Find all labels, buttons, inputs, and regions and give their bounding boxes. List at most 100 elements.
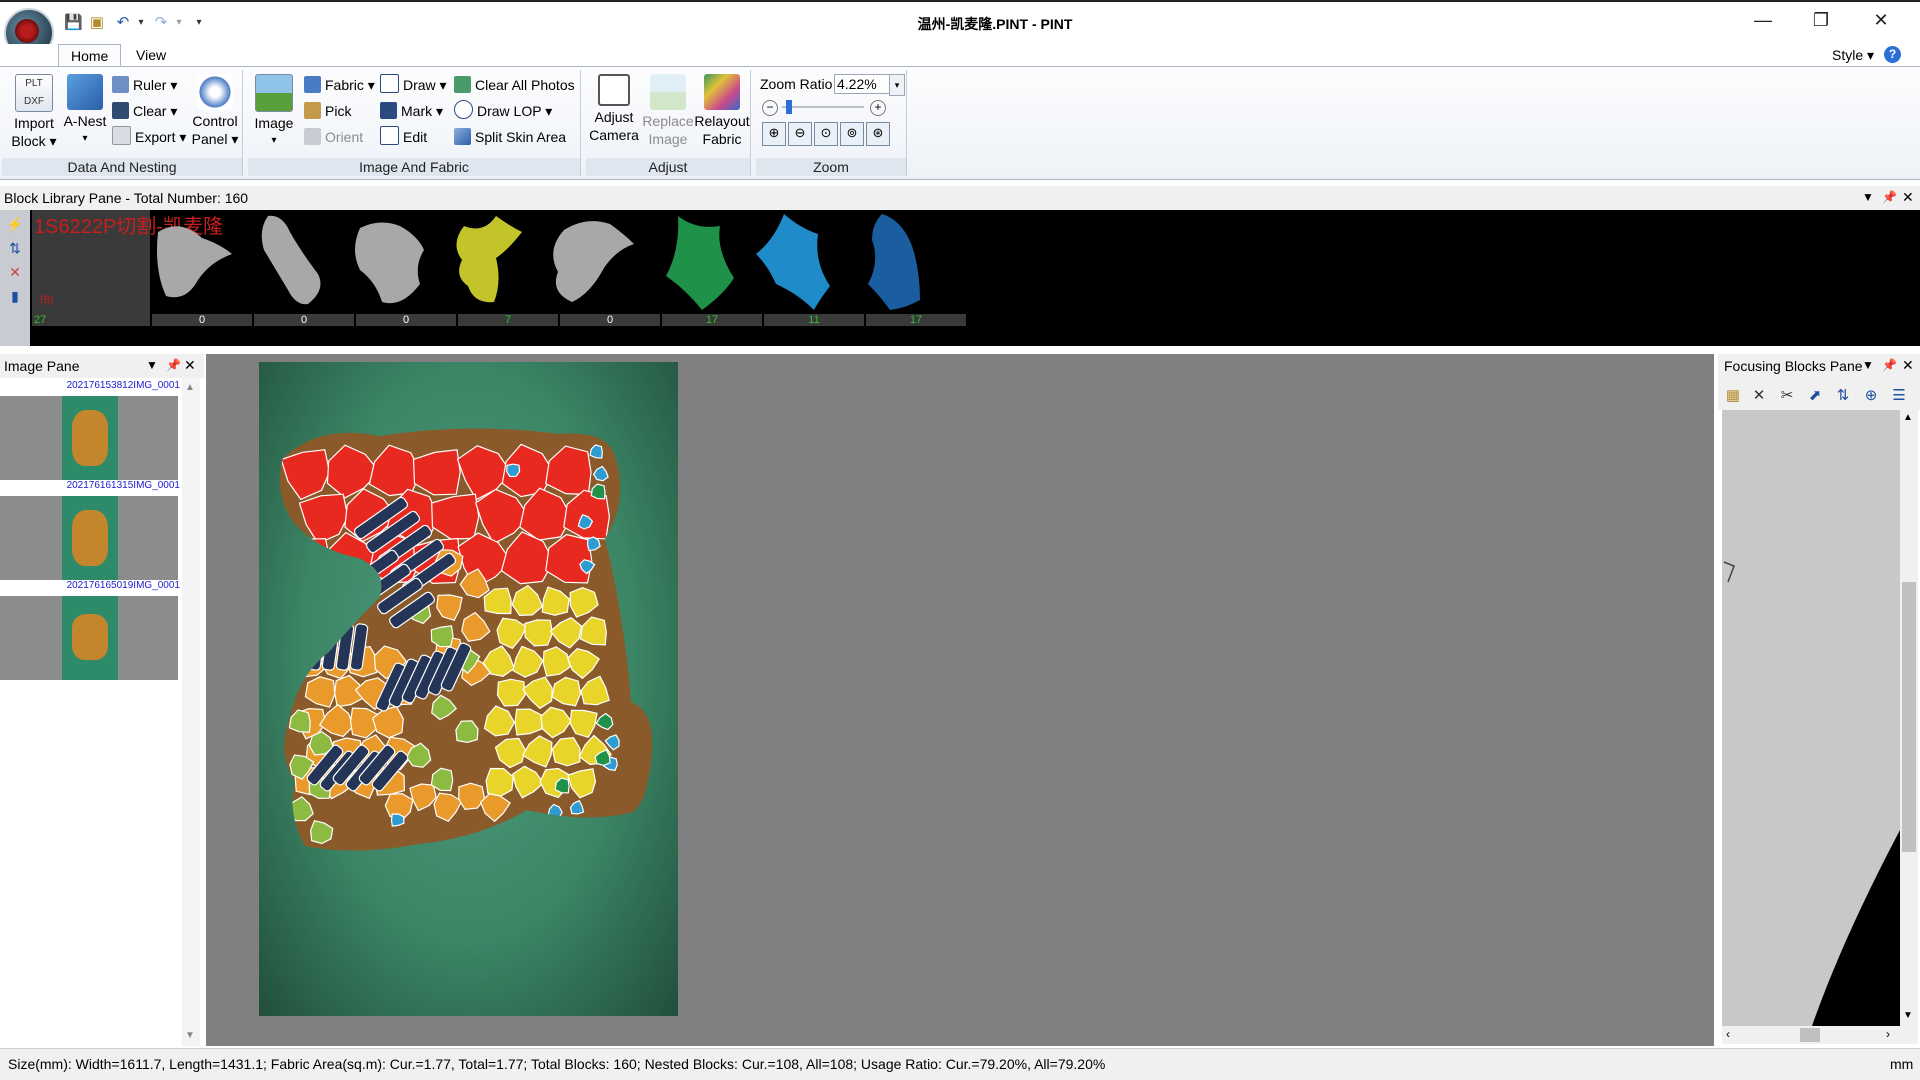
restore-button[interactable]: ❐ <box>1806 8 1836 32</box>
mark-button[interactable]: Mark ▾ <box>380 100 443 122</box>
unit-indicator: mm <box>1890 1056 1914 1072</box>
split-skin-area-icon <box>454 128 471 145</box>
tab-bar <box>0 44 1920 66</box>
image-thumbnail[interactable] <box>0 396 178 480</box>
focus-zoom-icon[interactable]: ⊕ <box>1862 386 1880 404</box>
import-block-button[interactable]: PLT DXF Import Block ▾ <box>8 74 60 150</box>
zoom-actual-icon[interactable]: ⊚ <box>840 122 864 146</box>
focusing-pane-close-icon[interactable]: ✕ <box>1902 357 1914 374</box>
block-library-dropdown-icon[interactable]: ▼ <box>1862 190 1874 204</box>
draw-label: Draw ▾ <box>403 77 447 93</box>
scroll-right-icon[interactable]: › <box>1886 1027 1890 1041</box>
zoom-ratio-dropdown-icon[interactable]: ▾ <box>889 74 905 96</box>
ruler-icon <box>112 76 129 93</box>
adjust-camera-button[interactable]: Adjust Camera <box>588 74 640 144</box>
zoom-out-small-icon[interactable]: − <box>762 100 778 116</box>
export-button[interactable]: Export ▾ <box>112 126 186 148</box>
block-shape <box>157 226 232 298</box>
image-pane-scrollbar[interactable] <box>182 378 200 1046</box>
edit-button[interactable]: Edit <box>380 126 427 148</box>
scroll-thumb[interactable] <box>1902 582 1916 852</box>
a-nest-button[interactable]: A-Nest ▾ <box>60 74 110 148</box>
tab-view[interactable]: View <box>124 44 178 66</box>
zoom-in-icon[interactable]: ⊕ <box>762 122 786 146</box>
export-icon <box>112 126 131 145</box>
edit-icon <box>380 126 399 145</box>
clear-all-photos-label: Clear All Photos <box>475 77 575 93</box>
block-shape <box>868 214 920 310</box>
scroll-down-icon[interactable]: ▼ <box>1903 1010 1913 1021</box>
control-panel-label: Control Panel ▾ <box>191 113 239 147</box>
clear-all-photos-button[interactable]: Clear All Photos <box>454 74 575 96</box>
draw-button[interactable]: Draw ▾ <box>380 74 447 96</box>
image-pane-pin-icon[interactable]: 📌 <box>166 358 181 372</box>
focus-select-icon[interactable]: ▦ <box>1724 386 1742 404</box>
block-library-close-icon[interactable]: ✕ <box>1902 189 1914 206</box>
block-thumbnails <box>157 214 920 310</box>
pick-icon <box>304 102 321 119</box>
focusing-pane-pin-icon[interactable]: 📌 <box>1882 358 1897 372</box>
image-icon <box>255 74 293 112</box>
lightning-icon[interactable]: ⚡ <box>6 216 24 234</box>
group-image-and-fabric: Image ▾ Fabric ▾ Pick Orient Draw ▾ Mark… <box>248 70 581 176</box>
tab-home[interactable]: Home <box>58 44 122 67</box>
zoom-in-small-icon[interactable]: + <box>870 100 886 116</box>
image-pane-dropdown-icon[interactable]: ▼ <box>146 358 158 372</box>
thumbnail-shape <box>72 614 108 660</box>
a-nest-label: A-Nest <box>63 113 107 129</box>
zoom-ratio-input[interactable] <box>834 74 894 94</box>
group-label: Zoom <box>756 158 906 176</box>
image-button[interactable]: Image ▾ <box>252 74 296 150</box>
focus-remove-all-icon[interactable]: ✂ <box>1778 386 1796 404</box>
sort-icon[interactable]: ⇅ <box>6 240 24 258</box>
focus-sort-icon[interactable]: ⇅ <box>1834 386 1852 404</box>
draw-lop-button[interactable]: Draw LOP ▾ <box>454 100 552 122</box>
draw-lop-label: Draw LOP ▾ <box>477 103 553 119</box>
zoom-out-icon[interactable]: ⊖ <box>788 122 812 146</box>
fabric-button[interactable]: Fabric ▾ <box>304 74 375 96</box>
zoom-slider-thumb[interactable] <box>786 100 793 114</box>
relayout-fabric-button[interactable]: Relayout Fabric <box>694 74 750 148</box>
minimize-button[interactable]: — <box>1748 8 1778 32</box>
zoom-slider[interactable] <box>782 106 864 108</box>
adjust-camera-label: Adjust Camera <box>589 109 639 143</box>
image-pane-close-icon[interactable]: ✕ <box>184 357 196 374</box>
clear-button[interactable]: Clear ▾ <box>112 100 177 122</box>
ruler-button[interactable]: Ruler ▾ <box>112 74 177 96</box>
zoom-fit-icon[interactable]: ⊙ <box>814 122 838 146</box>
focus-remove-icon[interactable]: ✕ <box>1750 386 1768 404</box>
zoom-window-icon[interactable]: ⊛ <box>866 122 890 146</box>
focusing-pane-vscrollbar[interactable]: ▲ ▼ <box>1900 410 1918 1026</box>
block-library-pin-icon[interactable]: 📌 <box>1882 190 1897 204</box>
focus-list-icon[interactable]: ☰ <box>1890 386 1908 404</box>
orient-button[interactable]: Orient <box>304 126 363 148</box>
filter-icon[interactable]: ▮ <box>6 288 24 306</box>
thumbnail-shape <box>72 510 108 566</box>
block-group-count: 27 <box>32 314 150 326</box>
pick-button[interactable]: Pick <box>304 100 351 122</box>
help-icon[interactable]: ? <box>1884 46 1901 63</box>
style-menu[interactable]: Style ▾ <box>1832 44 1874 66</box>
image-thumbnail[interactable] <box>0 496 178 580</box>
delete-icon[interactable]: ✕ <box>6 264 24 282</box>
hscroll-thumb[interactable] <box>1800 1028 1820 1042</box>
edit-label: Edit <box>403 129 428 145</box>
focusing-pane-dropdown-icon[interactable]: ▼ <box>1862 358 1874 372</box>
scroll-left-icon[interactable]: ‹ <box>1726 1027 1730 1041</box>
window-title: 温州-凯麦隆.PINT - PINT <box>917 16 1073 32</box>
scroll-up-icon[interactable]: ▲ <box>1903 412 1913 423</box>
block-shape <box>355 222 424 304</box>
replace-image-button[interactable]: Replace Image <box>642 74 694 148</box>
close-button[interactable]: ✕ <box>1866 8 1896 32</box>
scroll-down-icon[interactable]: ▼ <box>185 1030 195 1041</box>
image-thumbnail[interactable] <box>0 596 178 680</box>
control-panel-button[interactable]: Control Panel ▾ <box>190 74 240 148</box>
focusing-pane-toolbar: ▦ ✕ ✂ ⬈ ⇅ ⊕ ☰ <box>1718 378 1920 410</box>
focus-export-icon[interactable]: ⬈ <box>1806 386 1824 404</box>
focusing-pane-hscrollbar[interactable]: ‹ › <box>1722 1026 1918 1044</box>
split-skin-area-button[interactable]: Split Skin Area <box>454 126 566 148</box>
scroll-up-icon[interactable]: ▲ <box>185 382 195 393</box>
block-count: 0 <box>356 314 456 326</box>
block-shape <box>553 221 634 302</box>
block-shape <box>261 215 321 305</box>
